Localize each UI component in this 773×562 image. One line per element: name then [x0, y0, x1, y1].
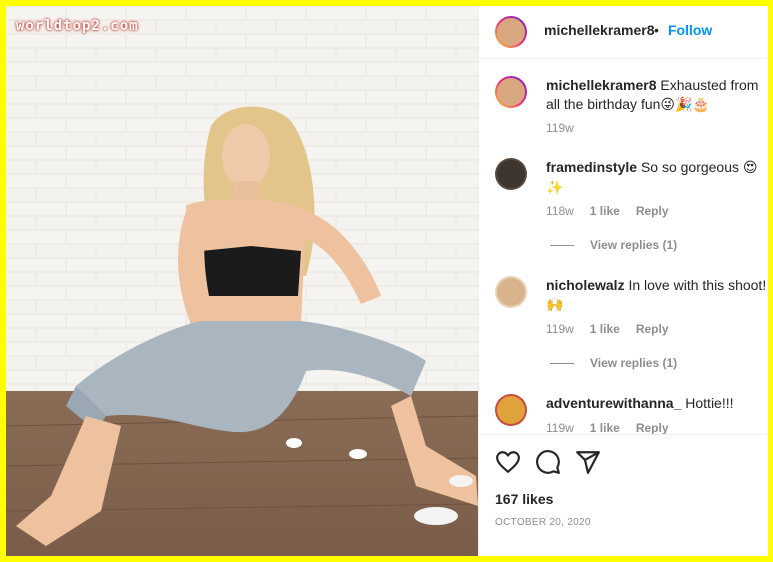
photo-illustration [6, 6, 478, 556]
post-header: michellekramer8 • Follow [479, 6, 768, 59]
caption-time[interactable]: 119w [546, 121, 574, 135]
comment-time[interactable]: 118w [546, 204, 574, 218]
caption-avatar[interactable] [495, 76, 527, 108]
comment-time[interactable]: 119w [546, 322, 574, 336]
commenter-avatar[interactable] [495, 158, 527, 190]
comment-text: So so gorgeous [640, 159, 740, 175]
share-icon[interactable] [575, 449, 601, 475]
caption-meta: 119w [546, 121, 590, 135]
comment-text: Hottie!!! [685, 395, 734, 411]
separator-dot: • [654, 22, 659, 38]
comment-text: In love with this shoot! [628, 277, 767, 293]
comment-time[interactable]: 119w [546, 421, 574, 434]
reply-button[interactable]: Reply [636, 322, 669, 336]
comments-list[interactable]: michellekramer8 Exhausted from all the b… [479, 59, 768, 434]
comment-likes[interactable]: 1 like [590, 421, 620, 434]
comment-likes[interactable]: 1 like [590, 322, 620, 336]
yellow-frame: worldtop2.com michellekramer8 • Follow m… [0, 0, 773, 562]
view-replies-button[interactable]: View replies (1) [550, 238, 677, 252]
view-replies-label: View replies (1) [590, 238, 678, 252]
comment-body: adventurewithanna_ Hottie!!! [546, 394, 768, 413]
comment-meta: 119w 1 like Reply [546, 322, 685, 336]
reply-button[interactable]: Reply [636, 204, 669, 218]
caption-emoji: 😜🎉🎂 [660, 97, 710, 113]
comment-username[interactable]: framedinstyle [546, 159, 637, 175]
comment-emoji: 🙌 [546, 297, 564, 313]
caption-body: michellekramer8 Exhausted from all the b… [546, 76, 768, 115]
view-replies-button[interactable]: View replies (1) [550, 356, 677, 370]
post-photo[interactable]: worldtop2.com [6, 6, 478, 556]
post-date[interactable]: OCTOBER 20, 2020 [495, 517, 591, 528]
comment-body: framedinstyle So so gorgeous 😍✨ [546, 158, 768, 198]
view-replies-label: View replies (1) [590, 356, 678, 370]
author-username[interactable]: michellekramer8 [544, 22, 655, 38]
likes-count[interactable]: 167 likes [495, 491, 553, 507]
comment-body: nicholewalz In love with this shoot! 🙌 [546, 276, 768, 315]
watermark-text: worldtop2.com [16, 18, 139, 34]
comment-username[interactable]: adventurewithanna_ [546, 395, 681, 411]
reply-button[interactable]: Reply [636, 421, 669, 434]
commenter-avatar[interactable] [495, 276, 527, 308]
follow-button[interactable]: Follow [668, 22, 712, 38]
author-avatar[interactable] [495, 16, 527, 48]
comment-likes[interactable]: 1 like [590, 204, 620, 218]
comment-icon[interactable] [535, 449, 561, 475]
heart-icon[interactable] [495, 449, 521, 475]
replies-line [550, 245, 574, 247]
post-side-panel: michellekramer8 • Follow michellekramer8… [478, 6, 768, 556]
comment-meta: 119w 1 like Reply [546, 421, 685, 434]
comment-username[interactable]: nicholewalz [546, 277, 625, 293]
post-actions: 167 likes OCTOBER 20, 2020 [479, 434, 768, 557]
comment-meta: 118w 1 like Reply [546, 204, 685, 218]
commenter-avatar[interactable] [495, 394, 527, 426]
caption-username[interactable]: michellekramer8 [546, 77, 657, 93]
replies-line [550, 363, 574, 365]
